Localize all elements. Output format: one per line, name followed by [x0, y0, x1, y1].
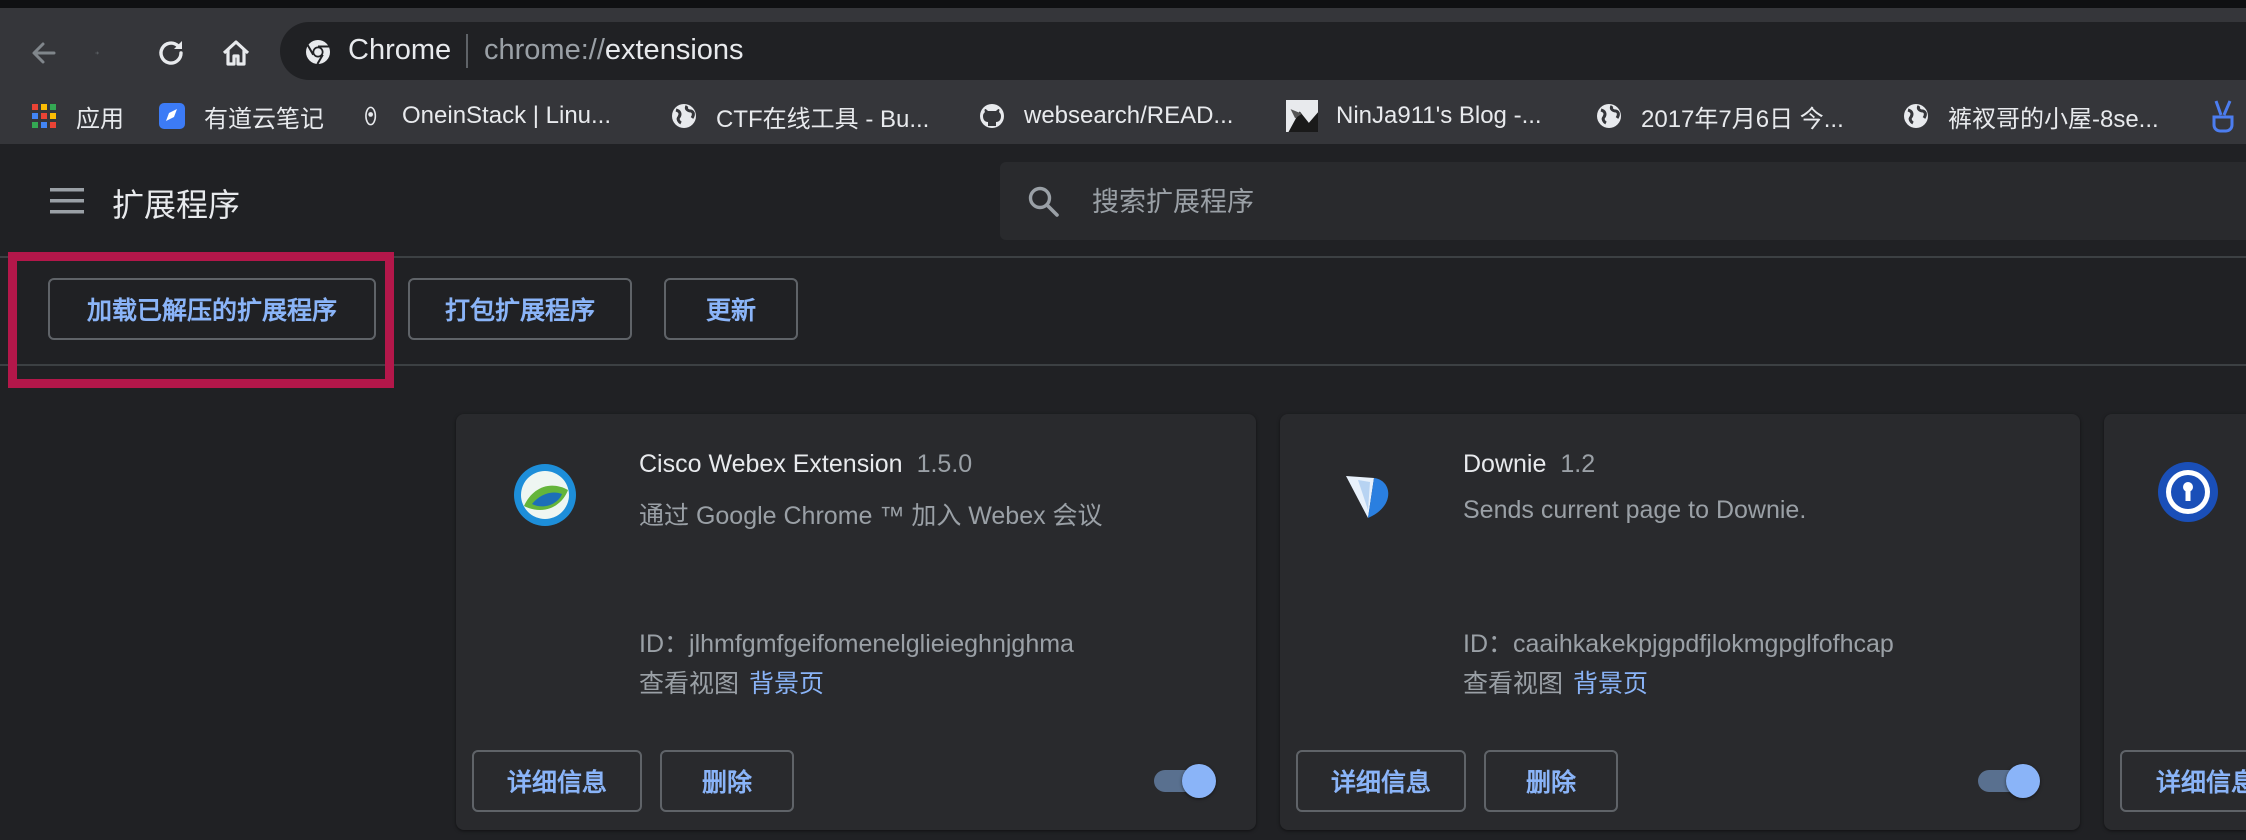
webex-icon [514, 464, 576, 526]
globe-icon [1597, 104, 1621, 128]
bookmark-2017-07-06[interactable]: 2017年7月6日 今... [1595, 96, 1844, 136]
home-button[interactable] [213, 30, 259, 76]
extension-description: Sends current page to Downie. [1463, 496, 1807, 524]
extension-version: 1.2 [1560, 450, 1596, 478]
extension-enable-toggle[interactable] [1154, 764, 1216, 798]
bookmark-apps[interactable]: 应用 [30, 96, 124, 136]
extension-views-line: 查看视图 背景页 [1463, 664, 1648, 700]
background-page-link[interactable]: 背景页 [1573, 670, 1648, 698]
github-icon [980, 104, 1004, 128]
extension-name: Cisco Webex Extension [639, 450, 903, 478]
bookmark-websearch[interactable]: websearch/READ... [978, 96, 1233, 136]
bookmark-label: CTF在线工具 - Bu... [716, 105, 930, 133]
reload-icon [159, 41, 183, 65]
chrome-logo-icon [306, 40, 330, 65]
extension-id: caaihkakekpjgpdfjlokmgpglfofhcap [1513, 630, 1894, 658]
blog-avatar-icon [1286, 100, 1318, 132]
omnibox-separator [466, 34, 468, 68]
extension-name: Downie [1463, 450, 1547, 478]
toggle-knob [2006, 764, 2040, 798]
bookmark-ctf-tools[interactable]: CTF在线工具 - Bu... [670, 96, 929, 136]
arrow-right-icon [95, 51, 99, 55]
page-title: 扩展程序 [112, 187, 241, 223]
search-icon [1028, 186, 1059, 217]
forward-button[interactable] [53, 30, 99, 76]
oneinstack-icon [365, 106, 377, 126]
bookmark-label: websearch/READ... [1024, 102, 1234, 129]
inspect-views-label: 查看视图 [1463, 670, 1564, 698]
details-button[interactable]: 详细信息 [1296, 750, 1466, 812]
extension-id-label: ID： [639, 630, 690, 658]
bookmark-8sec[interactable]: 裤衩哥的小屋-8se... [1902, 96, 2159, 136]
bookmark-label: OneinStack | Linu... [402, 102, 612, 129]
url-path: extensions [604, 34, 744, 66]
youdao-note-icon [159, 103, 185, 129]
window-top-edge [0, 0, 2246, 8]
extension-description: 通过 Google Chrome ™ 加入 Webex 会议 [639, 502, 1103, 530]
details-button[interactable]: 详细信息 [2120, 750, 2246, 812]
bookmark-youdao[interactable]: 有道云笔记 [158, 96, 324, 136]
inspect-views-label: 查看视图 [639, 670, 740, 698]
extension-version: 1.5.0 [916, 450, 973, 478]
developer-toolbar: 加载已解压的扩展程序 打包扩展程序 更新 [0, 258, 2246, 366]
bookmark-oneinstack[interactable]: OneinStack | Linu... [362, 96, 611, 136]
bookmark-label: 裤衩哥的小屋-8se... [1948, 105, 2159, 133]
background-page-link[interactable]: 背景页 [749, 670, 824, 698]
extension-card-webex: Cisco Webex Extension 1.5.0 通过 Google Chr… [456, 414, 1256, 830]
extension-id-line: ID：caaihkakekpjgpdfjlokmgpglfofhcap [1463, 624, 1894, 660]
bookmarks-bar: 应用 有道云笔记 OneinStack | Linu... CTF在线工具 - … [0, 88, 2246, 144]
hamburger-menu-icon[interactable] [50, 188, 84, 214]
bookmark-label: 有道云笔记 [204, 105, 324, 133]
details-button[interactable]: 详细信息 [472, 750, 642, 812]
bookmark-label: 2017年7月6日 今... [1641, 105, 1844, 133]
bookmark-ninja-blog[interactable]: NinJa911's Blog -... [1286, 96, 1542, 136]
search-box[interactable] [1000, 162, 2246, 240]
extension-id-label: ID： [1463, 630, 1514, 658]
omnibox-site-name: Chrome [348, 34, 452, 66]
bookmark-label: NinJa911's Blog -... [1336, 102, 1542, 129]
reload-button[interactable] [148, 30, 194, 76]
extension-name-line: Downie 1.2 [1463, 450, 1595, 479]
omnibox[interactable]: Chrome chrome://extensions [280, 22, 2246, 80]
extension-card-downie: Downie 1.2 Sends current page to Downie. … [1280, 414, 2080, 830]
victory-hand-icon [2212, 100, 2234, 133]
apps-grid-icon [32, 104, 56, 128]
url-scheme: chrome:// [484, 34, 605, 66]
extension-views-line: 查看视图 背景页 [639, 664, 824, 700]
update-button[interactable]: 更新 [664, 278, 798, 340]
extensions-header: 扩展程序 [0, 144, 2246, 258]
lock-shield-icon [2158, 462, 2218, 522]
extension-id-line: ID：jlhmfgmfgeifomenelglieieghnjghma [639, 624, 1074, 660]
bookmark-overflow[interactable] [2208, 96, 2238, 136]
toggle-knob [1182, 764, 1216, 798]
globe-icon [672, 104, 696, 128]
globe-icon [1904, 104, 1928, 128]
downie-icon [1346, 476, 1389, 518]
pack-extension-button[interactable]: 打包扩展程序 [408, 278, 632, 340]
load-unpacked-button[interactable]: 加载已解压的扩展程序 [48, 278, 376, 340]
remove-button[interactable]: 删除 [660, 750, 794, 812]
extension-card-partial: 详细信息 [2104, 414, 2246, 830]
search-input[interactable] [1090, 176, 2194, 228]
extension-id: jlhmfgmfgeifomenelglieieghnjghma [689, 630, 1074, 658]
extension-name-line: Cisco Webex Extension 1.5.0 [639, 450, 972, 479]
home-icon [222, 40, 250, 66]
bookmark-label: 应用 [76, 105, 124, 133]
extension-enable-toggle[interactable] [1978, 764, 2040, 798]
omnibox-url[interactable]: chrome://extensions [484, 34, 744, 67]
browser-toolbar: Chrome chrome://extensions [0, 8, 2246, 88]
remove-button[interactable]: 删除 [1484, 750, 1618, 812]
